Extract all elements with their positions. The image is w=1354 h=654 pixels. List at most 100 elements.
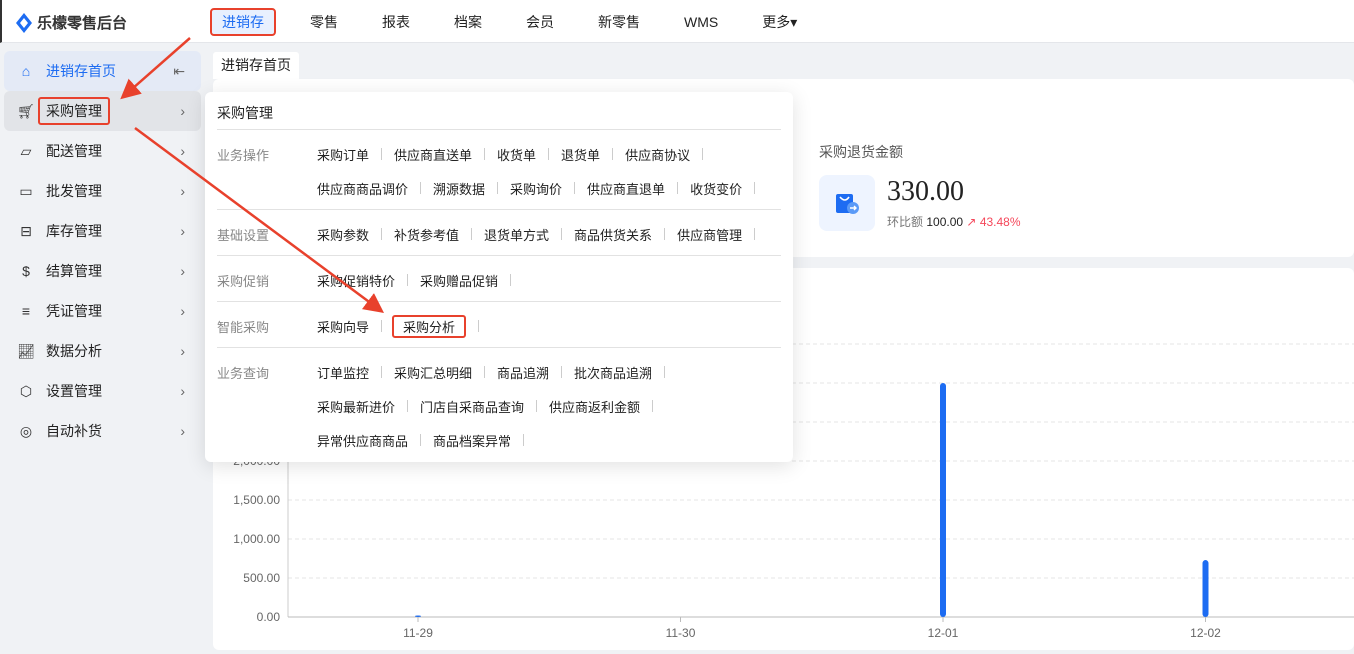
tab-home[interactable]: 进销存首页	[213, 52, 299, 79]
menu-item[interactable]: 商品档案异常	[433, 431, 511, 450]
group-label: 采购促销	[217, 274, 270, 289]
menu-item[interactable]: 溯源数据	[433, 179, 485, 198]
logo-icon	[16, 12, 32, 33]
home-icon: ⌂	[21, 63, 31, 79]
separator	[407, 400, 409, 412]
menu-item[interactable]: 供应商管理	[677, 225, 742, 244]
separator	[702, 148, 704, 160]
menu-row: 采购订单 供应商直送单 收货单 退货单 供应商协议	[317, 145, 715, 164]
separator	[754, 182, 756, 194]
menu-item[interactable]: 补货参考值	[394, 225, 459, 244]
nav-item[interactable]: 进销存	[210, 8, 276, 36]
separator	[677, 182, 679, 194]
sidebar-item-label: 结算管理	[46, 263, 102, 279]
stat-value: 330.00	[887, 176, 964, 207]
menu-item[interactable]: 退货单	[561, 145, 600, 164]
menu-item[interactable]: 供应商协议	[625, 145, 690, 164]
menu-item[interactable]: 供应商直退单	[587, 179, 665, 198]
separator	[497, 182, 499, 194]
collapse-icon[interactable]: ⇤	[173, 63, 185, 80]
bar	[415, 615, 421, 617]
menu-item[interactable]: 退货单方式	[484, 225, 549, 244]
map-icon: ▱	[20, 142, 32, 159]
menu-item[interactable]: 门店自采商品查询	[420, 397, 524, 416]
nav-item[interactable]: 新零售	[588, 8, 650, 36]
menu-item[interactable]: 采购向导	[317, 317, 369, 338]
menu-item[interactable]: 采购最新进价	[317, 397, 395, 416]
sidebar-item[interactable]: ▭ 批发管理 ›	[4, 171, 201, 211]
sidebar-item[interactable]: ⌂ 进销存首页 ⇤	[4, 51, 201, 91]
separator	[664, 366, 666, 378]
sidebar-item-label: 配送管理	[46, 143, 102, 159]
compare-value: 100.00	[926, 215, 964, 229]
menu-item[interactable]: 采购参数	[317, 225, 369, 244]
nav-item[interactable]: 档案	[444, 8, 492, 36]
divider	[217, 347, 781, 348]
menu-item[interactable]: 采购分析	[392, 315, 467, 338]
sidebar-item[interactable]: ⬡ 设置管理 ›	[4, 371, 201, 411]
separator	[561, 228, 563, 240]
chevron-right-icon: ›	[180, 423, 185, 439]
y-tick-label: 1,000.00	[233, 532, 280, 546]
x-tick-label: 11-30	[666, 626, 696, 640]
chevron-right-icon: ›	[180, 263, 185, 279]
voucher-icon: ≡	[21, 303, 31, 319]
menu-item[interactable]: 订单监控	[317, 363, 369, 382]
separator	[381, 366, 383, 378]
nav-item[interactable]: 会员	[516, 8, 564, 36]
sidebar-item[interactable]: ≡ 凭证管理 ›	[4, 291, 201, 331]
cart-icon: 🛒︎	[17, 102, 35, 119]
menu-item[interactable]: 收货单	[497, 145, 536, 164]
chart-icon: 📈︎	[17, 342, 35, 359]
menu-item[interactable]: 采购赠品促销	[420, 271, 498, 290]
y-tick-label: 500.00	[243, 571, 280, 585]
menu-item[interactable]: 商品供货关系	[574, 225, 652, 244]
separator	[471, 228, 473, 240]
menu-item[interactable]: 批次商品追溯	[574, 363, 652, 382]
menu-item[interactable]: 收货变价	[690, 179, 742, 198]
wholesale-icon: ▭	[19, 182, 33, 199]
nav-item[interactable]: 报表	[372, 8, 420, 36]
inventory-icon: ⊟	[20, 222, 32, 239]
separator	[420, 182, 422, 194]
separator	[536, 400, 538, 412]
sidebar-item[interactable]: ▱ 配送管理 ›	[4, 131, 201, 171]
menu-item[interactable]: 商品追溯	[497, 363, 549, 382]
top-bar: 乐檬零售后台 进销存 零售 报表 档案 会员 新零售 WMS 更多▾	[0, 0, 1354, 43]
menu-row: 供应商商品调价 溯源数据 采购询价 供应商直退单 收货变价	[317, 179, 767, 198]
menu-row: 采购促销特价 采购赠品促销	[317, 271, 523, 290]
bar	[1202, 560, 1209, 617]
nav-item[interactable]: 更多▾	[752, 8, 807, 36]
sidebar-item-label: 批发管理	[46, 183, 102, 199]
sidebar-item-label: 设置管理	[46, 383, 102, 399]
menu-item[interactable]: 采购汇总明细	[394, 363, 472, 382]
sidebar-item[interactable]: ⊟ 库存管理 ›	[4, 211, 201, 251]
sidebar-item-label: 采购管理	[38, 97, 110, 125]
separator	[754, 228, 756, 240]
menu-item[interactable]: 采购促销特价	[317, 271, 395, 290]
menu-item[interactable]: 采购询价	[510, 179, 562, 198]
y-tick-label: 1,500.00	[233, 493, 280, 507]
change-percent: 43.48%	[979, 215, 1021, 229]
separator	[561, 366, 563, 378]
nav-item[interactable]: 零售	[300, 8, 348, 36]
dollar-icon: $	[22, 263, 30, 279]
sidebar-item[interactable]: 📈︎ 数据分析 ›	[4, 331, 201, 371]
sidebar-item[interactable]: ◎ 自动补货 ›	[4, 411, 201, 451]
separator	[381, 320, 383, 332]
dropdown-title: 采购管理	[217, 105, 273, 121]
chevron-right-icon: ›	[180, 223, 185, 239]
nav-item[interactable]: WMS	[674, 8, 728, 36]
logo[interactable]: 乐檬零售后台	[16, 12, 127, 33]
sidebar-item[interactable]: $ 结算管理 ›	[4, 251, 201, 291]
menu-row: 采购向导 采购分析	[317, 315, 491, 338]
menu-item[interactable]: 供应商直送单	[394, 145, 472, 164]
menu-item[interactable]: 供应商返利金额	[549, 397, 640, 416]
sidebar-item[interactable]: 🛒︎ 采购管理 ›	[4, 91, 201, 131]
separator	[612, 148, 614, 160]
separator	[484, 366, 486, 378]
menu-item[interactable]: 采购订单	[317, 145, 369, 164]
menu-row: 订单监控 采购汇总明细 商品追溯 批次商品追溯	[317, 363, 677, 382]
menu-item[interactable]: 供应商商品调价	[317, 179, 408, 198]
menu-item[interactable]: 异常供应商商品	[317, 431, 408, 450]
